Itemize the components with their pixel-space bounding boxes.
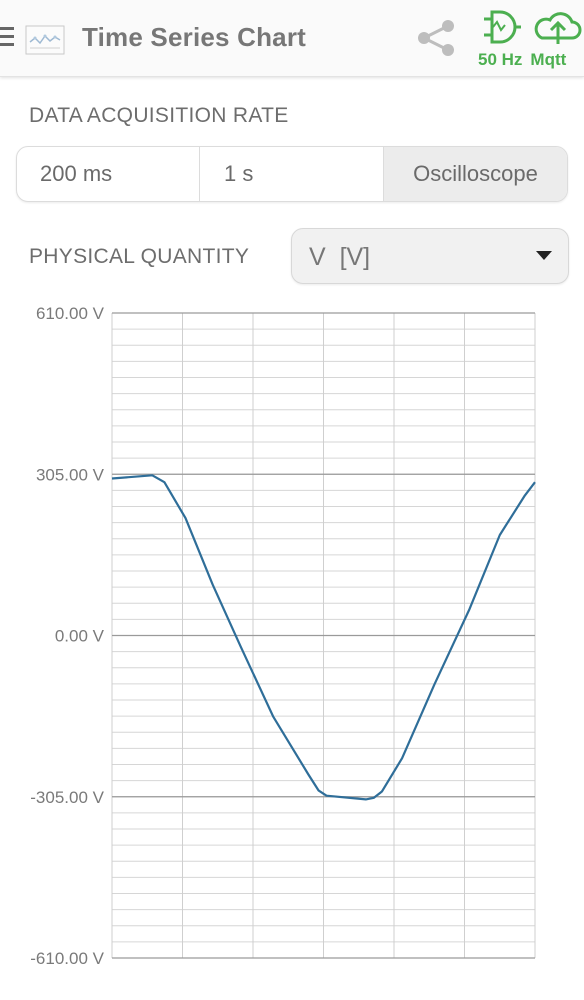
physical-quantity-dropdown[interactable]: V [V] [291,228,569,284]
physical-quantity-label: PHYSICAL QUANTITY [29,245,250,268]
protocol-text: Mqtt [530,50,567,69]
dropdown-arrow-icon [536,251,552,260]
physical-quantity-value: V [V] [309,243,371,271]
rate-option-1s[interactable]: 1 s [200,147,384,201]
rate-option-200ms[interactable]: 200 ms [17,147,200,201]
status-icons [484,10,582,44]
y-tick-label: 610.00 V [36,304,105,323]
acquisition-rate-label: DATA ACQUISITION RATE [29,104,289,127]
share-icon[interactable] [414,18,458,58]
y-tick-label: 305.00 V [36,465,105,484]
y-axis-ticks: 610.00 V 305.00 V 0.00 V -305.00 V -610.00 V [30,304,104,968]
time-series-chart[interactable]: 610.00 V 305.00 V 0.00 V -305.00 V -610.00 V [0,290,584,1000]
page-title: Time Series Chart [82,22,307,52]
connection-status: 50 Hz Mqtt [478,50,574,70]
sample-rate-text: 50 Hz [478,50,523,69]
y-tick-label: -610.00 V [30,949,104,968]
chart-grid [111,312,536,959]
y-tick-label: 0.00 V [55,627,105,646]
rate-option-oscilloscope[interactable]: Oscilloscope [384,147,567,201]
signal-gate-icon[interactable] [484,10,521,44]
cloud-upload-icon[interactable] [534,12,582,44]
chart-logo-icon [25,25,65,55]
y-tick-label: -305.00 V [30,788,104,807]
acquisition-rate-selector: 200 ms 1 s Oscilloscope [16,146,568,202]
menu-icon[interactable] [0,27,16,49]
app-bar: Time Series Chart 50 Hz Mqtt [0,0,584,77]
